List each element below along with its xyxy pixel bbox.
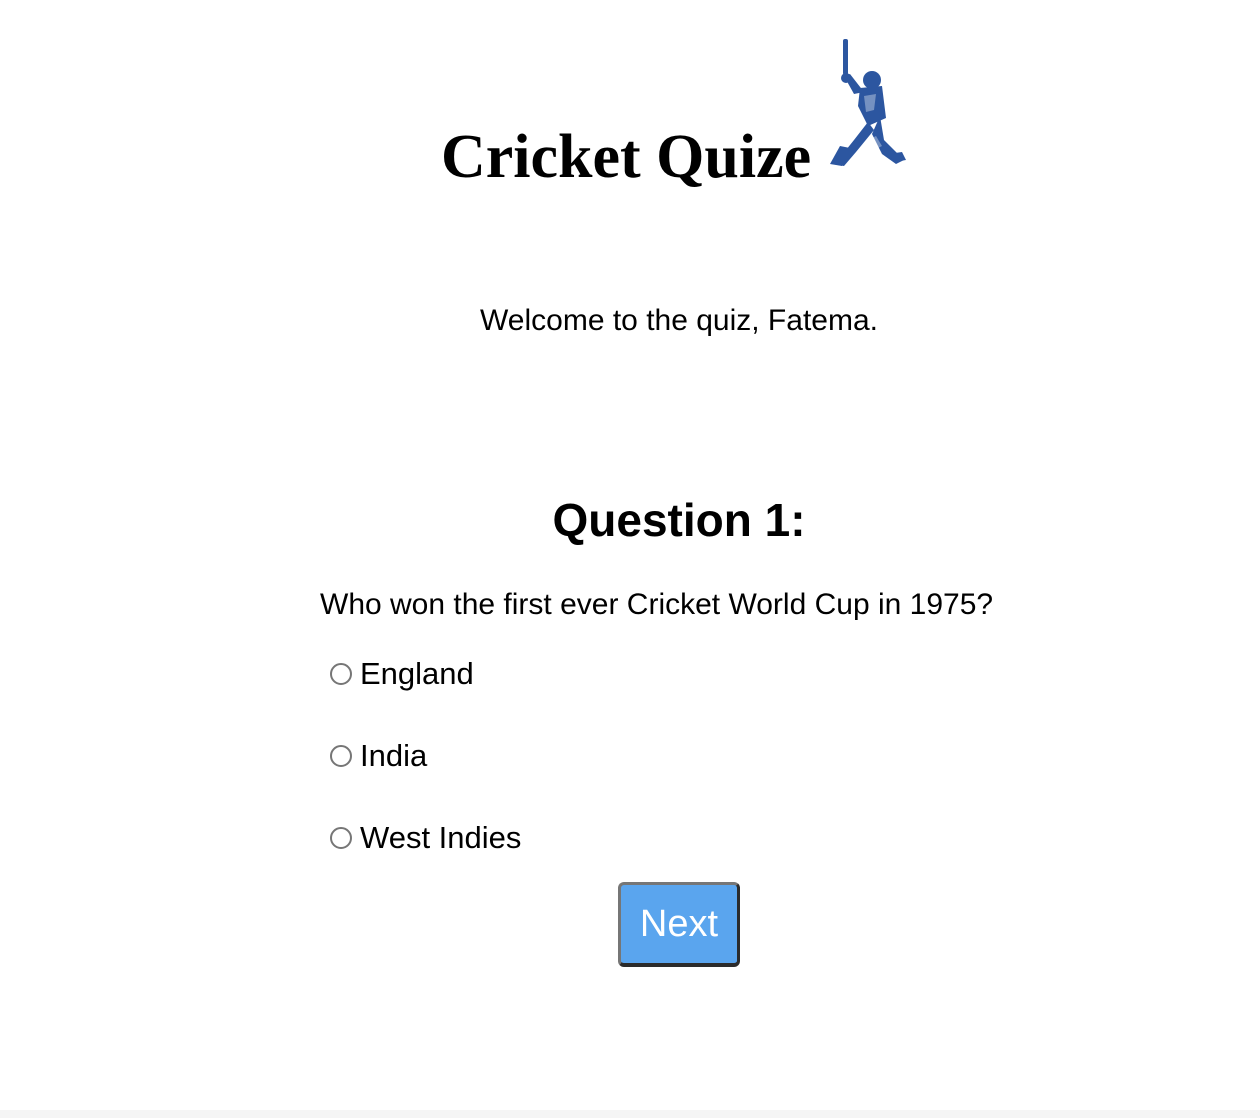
option-label: India — [360, 738, 428, 773]
option-india[interactable]: India — [330, 736, 427, 776]
option-england[interactable]: England — [330, 654, 474, 694]
option-label: West Indies — [360, 820, 522, 855]
radio-button[interactable] — [330, 827, 352, 849]
option-label: England — [360, 656, 474, 691]
question-heading: Question 1: — [552, 494, 806, 546]
option-west-indies[interactable]: West Indies — [330, 818, 521, 858]
next-button[interactable]: Next — [618, 882, 740, 967]
radio-button[interactable] — [330, 745, 352, 767]
quiz-header: Cricket Quize — [0, 36, 1260, 196]
question-text: Who won the first ever Cricket World Cup… — [320, 588, 994, 621]
welcome-message: Welcome to the quiz, Fatema. — [480, 304, 878, 337]
answer-options: England India West Indies — [330, 652, 930, 862]
cricket-batsman-icon — [824, 36, 906, 172]
page-title: Cricket Quize — [441, 123, 812, 191]
radio-button[interactable] — [330, 663, 352, 685]
page-bottom-edge — [0, 1110, 1260, 1118]
